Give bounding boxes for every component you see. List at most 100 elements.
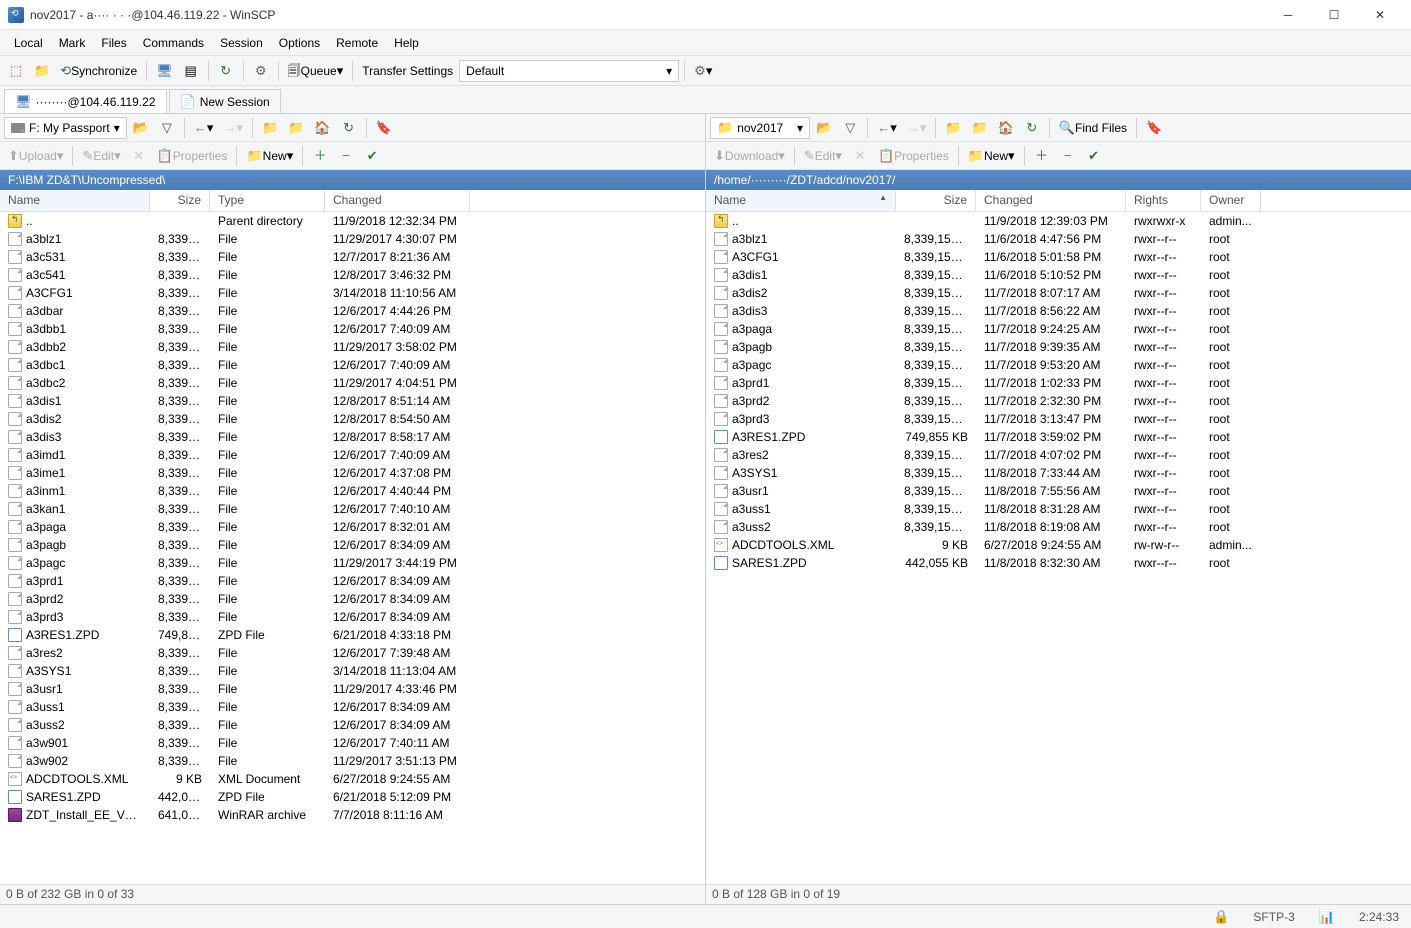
transfer-stats-icon[interactable]: 📊 [1313, 910, 1341, 923]
remote-minus-icon[interactable]: − [1056, 144, 1080, 168]
file-row[interactable]: a3blz18,339,15...File11/29/2017 4:30:07 … [0, 230, 705, 248]
file-row[interactable]: a3kan18,339,15...File12/6/2017 7:40:10 A… [0, 500, 705, 518]
file-row[interactable]: a3c5418,339,15...File12/8/2017 3:46:32 P… [0, 266, 705, 284]
file-row[interactable]: a3dis28,339,153 KB11/7/2018 8:07:17 AMrw… [706, 284, 1411, 302]
menu-files[interactable]: Files [93, 32, 134, 54]
file-row[interactable]: a3pagc8,339,15...File11/29/2017 3:44:19 … [0, 554, 705, 572]
file-row[interactable]: A3CFG18,339,153 KB11/6/2018 5:01:58 PMrw… [706, 248, 1411, 266]
file-row[interactable]: A3CFG18,339,15...File3/14/2018 11:10:56 … [0, 284, 705, 302]
local-plus-icon[interactable]: ＋ [308, 144, 332, 168]
file-row[interactable]: ADCDTOOLS.XML9 KB6/27/2018 9:24:55 AMrw-… [706, 536, 1411, 554]
remote-parent-icon[interactable]: 📁 [941, 116, 965, 140]
file-row[interactable]: SARES1.ZPD442,055 KBZPD File6/21/2018 5:… [0, 788, 705, 806]
local-file-list[interactable]: ..Parent directory11/9/2018 12:32:34 PMa… [0, 212, 705, 884]
parent-row[interactable]: ..11/9/2018 12:39:03 PMrwxrwxr-xadmin... [706, 212, 1411, 230]
settings-gear-icon[interactable]: ⚙ [249, 59, 273, 83]
remote-refresh-icon[interactable]: ↻ [1020, 116, 1044, 140]
remote-bookmark-icon[interactable]: 🔖 [1142, 116, 1166, 140]
file-row[interactable]: a3pagc8,339,153 KB11/7/2018 9:53:20 AMrw… [706, 356, 1411, 374]
file-row[interactable]: a3prd28,339,15...File12/6/2017 8:34:09 A… [0, 590, 705, 608]
file-row[interactable]: a3prd38,339,15...File12/6/2017 8:34:09 A… [0, 608, 705, 626]
file-row[interactable]: a3dbb28,339,15...File11/29/2017 3:58:02 … [0, 338, 705, 356]
file-row[interactable]: A3RES1.ZPD749,855 KBZPD File6/21/2018 4:… [0, 626, 705, 644]
file-row[interactable]: a3c5318,339,15...File12/7/2017 8:21:36 A… [0, 248, 705, 266]
find-files-button[interactable]: 🔍 Find Files [1055, 116, 1131, 140]
file-row[interactable]: a3uss18,339,15...File12/6/2017 8:34:09 A… [0, 698, 705, 716]
local-back-button[interactable]: ←▾ [190, 116, 218, 140]
local-new-button[interactable]: 📁 New ▾ [242, 144, 297, 168]
compare-icon[interactable]: ⬚ [4, 59, 28, 83]
local-home-icon[interactable]: 🏠 [310, 116, 334, 140]
file-row[interactable]: a3uss18,339,153 KB11/8/2018 8:31:28 AMrw… [706, 500, 1411, 518]
local-parent-icon[interactable]: 📁 [258, 116, 282, 140]
file-row[interactable]: a3dbc18,339,15...File12/6/2017 7:40:09 A… [0, 356, 705, 374]
lock-icon[interactable]: 🔒 [1207, 910, 1235, 923]
sync-browse-icon[interactable]: 📁 [30, 59, 54, 83]
maximize-button[interactable]: ☐ [1311, 0, 1357, 30]
new-session-tab[interactable]: 📄 New Session [169, 89, 281, 113]
queue-button[interactable]: 🗐 Queue ▾ [284, 59, 348, 83]
file-row[interactable]: a3paga8,339,15...File12/6/2017 8:32:01 A… [0, 518, 705, 536]
local-root-icon[interactable]: 📁 [284, 116, 308, 140]
local-col-changed[interactable]: Changed [325, 190, 470, 211]
file-row[interactable]: a3res28,339,15...File12/6/2017 7:39:48 A… [0, 644, 705, 662]
file-row[interactable]: A3SYS18,339,15...File3/14/2018 11:13:04 … [0, 662, 705, 680]
remote-back-button[interactable]: ←▾ [873, 116, 901, 140]
close-button[interactable]: ✕ [1357, 0, 1403, 30]
file-row[interactable]: a3dis18,339,15...File12/8/2017 8:51:14 A… [0, 392, 705, 410]
menu-local[interactable]: Local [6, 32, 51, 54]
file-row[interactable]: a3prd18,339,15...File12/6/2017 8:34:09 A… [0, 572, 705, 590]
menu-help[interactable]: Help [386, 32, 427, 54]
remote-col-owner[interactable]: Owner [1201, 190, 1261, 211]
menu-mark[interactable]: Mark [51, 32, 94, 54]
file-row[interactable]: a3uss28,339,153 KB11/8/2018 8:19:08 AMrw… [706, 518, 1411, 536]
local-filter-icon[interactable]: ▽ [155, 116, 179, 140]
local-refresh-icon[interactable]: ↻ [337, 116, 361, 140]
remote-filter-icon[interactable]: ▽ [838, 116, 862, 140]
file-row[interactable]: a3blz18,339,153 KB11/6/2018 4:47:56 PMrw… [706, 230, 1411, 248]
local-open-folder-icon[interactable]: 📂 [129, 116, 153, 140]
file-row[interactable]: a3dbb18,339,15...File12/6/2017 7:40:09 A… [0, 320, 705, 338]
remote-col-size[interactable]: Size [896, 190, 976, 211]
file-row[interactable]: a3dis38,339,153 KB11/7/2018 8:56:22 AMrw… [706, 302, 1411, 320]
minimize-button[interactable]: ─ [1265, 0, 1311, 30]
file-row[interactable]: a3w9028,339,15...File11/29/2017 3:51:13 … [0, 752, 705, 770]
file-row[interactable]: a3paga8,339,153 KB11/7/2018 9:24:25 AMrw… [706, 320, 1411, 338]
remote-home-icon[interactable]: 🏠 [994, 116, 1018, 140]
file-row[interactable]: a3dis38,339,15...File12/8/2017 8:58:17 A… [0, 428, 705, 446]
file-row[interactable]: a3ime18,339,15...File12/6/2017 4:37:08 P… [0, 464, 705, 482]
remote-plus-icon[interactable]: ＋ [1030, 144, 1054, 168]
refresh-icon[interactable]: ↻ [214, 59, 238, 83]
remote-check-icon[interactable]: ✔ [1082, 144, 1106, 168]
file-row[interactable]: ZDT_Install_EE_V12.0....641,024 KBWinRAR… [0, 806, 705, 824]
local-drive-selector[interactable]: F: My Passport ▾ [4, 117, 127, 139]
menu-remote[interactable]: Remote [328, 32, 386, 54]
file-row[interactable]: a3inm18,339,15...File12/6/2017 4:40:44 P… [0, 482, 705, 500]
file-row[interactable]: a3res28,339,153 KB11/7/2018 4:07:02 PMrw… [706, 446, 1411, 464]
file-row[interactable]: a3dbar8,339,15...File12/6/2017 4:44:26 P… [0, 302, 705, 320]
file-row[interactable]: a3pagb8,339,153 KB11/7/2018 9:39:35 AMrw… [706, 338, 1411, 356]
parent-row[interactable]: ..Parent directory11/9/2018 12:32:34 PM [0, 212, 705, 230]
file-row[interactable]: a3dbc28,339,15...File11/29/2017 4:04:51 … [0, 374, 705, 392]
file-row[interactable]: a3prd38,339,153 KB11/7/2018 3:13:47 PMrw… [706, 410, 1411, 428]
file-row[interactable]: SARES1.ZPD442,055 KB11/8/2018 8:32:30 AM… [706, 554, 1411, 572]
file-row[interactable]: a3prd18,339,153 KB11/7/2018 1:02:33 PMrw… [706, 374, 1411, 392]
transfer-settings-dropdown[interactable]: Default▾ [459, 60, 679, 82]
local-col-name[interactable]: Name [0, 190, 150, 211]
file-row[interactable]: a3usr18,339,153 KB11/8/2018 7:55:56 AMrw… [706, 482, 1411, 500]
file-row[interactable]: a3prd28,339,153 KB11/7/2018 2:32:30 PMrw… [706, 392, 1411, 410]
local-path-bar[interactable]: F:\IBM ZD&T\Uncompressed\ [0, 170, 705, 190]
preferences-icon[interactable]: ⚙▾ [690, 59, 716, 83]
menu-session[interactable]: Session [212, 32, 271, 54]
remote-folder-selector[interactable]: 📁 nov2017 ▾ [710, 117, 810, 139]
console-icon[interactable]: 🖥 [152, 59, 177, 83]
remote-open-folder-icon[interactable]: 📂 [812, 116, 836, 140]
remote-path-bar[interactable]: /home/·········/ZDT/adcd/nov2017/ [706, 170, 1411, 190]
menu-options[interactable]: Options [271, 32, 328, 54]
file-row[interactable]: a3dis28,339,15...File12/8/2017 8:54:50 A… [0, 410, 705, 428]
remote-col-changed[interactable]: Changed [976, 190, 1126, 211]
remote-root-icon[interactable]: 📁 [967, 116, 991, 140]
protocol-cell[interactable]: SFTP-3 [1247, 910, 1300, 924]
file-row[interactable]: a3uss28,339,15...File12/6/2017 8:34:09 A… [0, 716, 705, 734]
remote-new-button[interactable]: 📁 New ▾ [964, 144, 1019, 168]
